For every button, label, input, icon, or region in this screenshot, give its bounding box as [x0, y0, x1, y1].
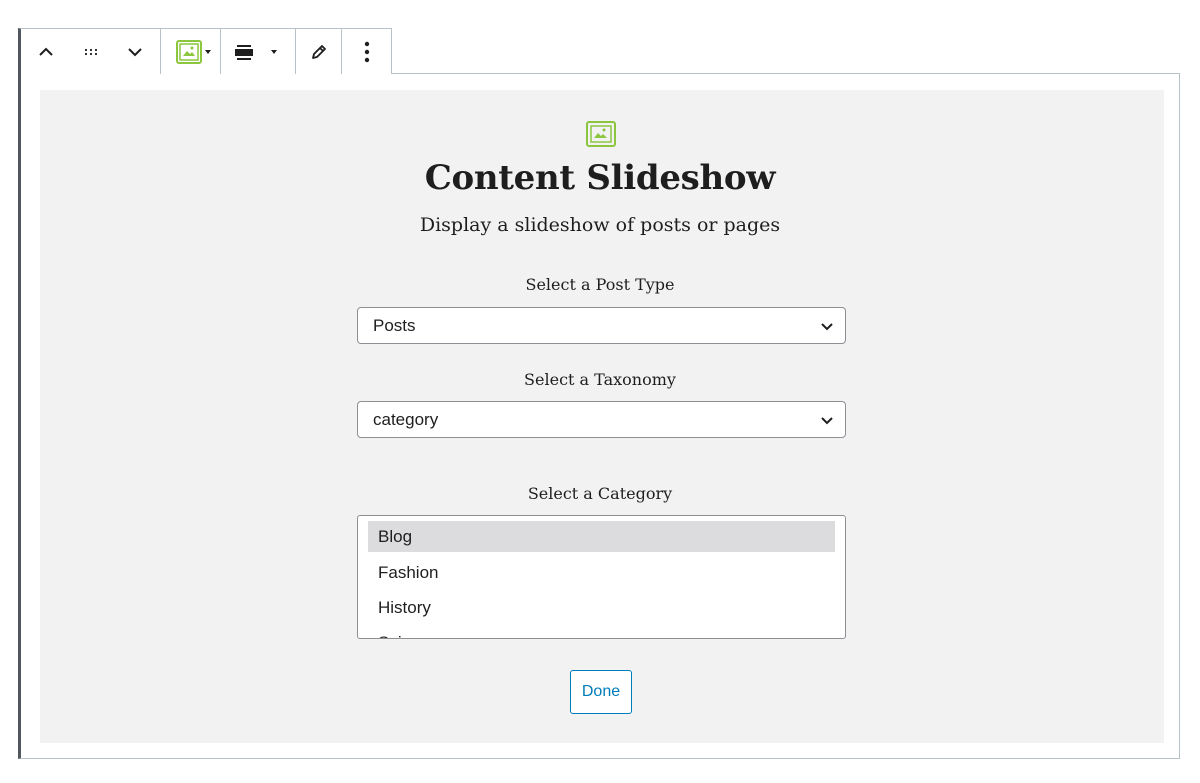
- done-button[interactable]: Done: [570, 670, 632, 714]
- edit-group: [296, 29, 342, 74]
- pencil-icon: [311, 44, 326, 59]
- list-item[interactable]: History: [368, 592, 835, 623]
- more-options-button[interactable]: [342, 29, 392, 74]
- slideshow-icon: [175, 39, 211, 64]
- slideshow-icon: [586, 121, 616, 147]
- drag-handle-icon: [84, 48, 97, 55]
- more-group: [342, 29, 392, 74]
- align-group: [221, 29, 296, 74]
- taxonomy-value: category: [373, 409, 439, 429]
- category-listbox[interactable]: Blog Fashion History Sci...: [357, 515, 846, 639]
- post-type-select[interactable]: Posts: [357, 307, 846, 344]
- block-toolbar: [18, 28, 392, 74]
- chevron-down-icon: [821, 323, 833, 331]
- align-center-icon: [235, 44, 277, 60]
- taxonomy-label: Select a Taxonomy: [524, 370, 676, 389]
- list-item[interactable]: Sci...: [368, 627, 835, 639]
- block-title: Content Slideshow: [424, 158, 776, 198]
- taxonomy-select[interactable]: category: [357, 401, 846, 438]
- chevron-down-icon: [128, 47, 142, 56]
- more-vertical-icon: [364, 41, 370, 62]
- block-switcher-group: [161, 29, 221, 74]
- category-label: Select a Category: [527, 484, 673, 503]
- block-subtitle: Display a slideshow of posts or pages: [419, 214, 781, 236]
- move-down-button[interactable]: [110, 29, 160, 74]
- list-item[interactable]: Fashion: [368, 557, 835, 588]
- align-button[interactable]: [221, 29, 295, 74]
- list-item[interactable]: Blog: [368, 521, 835, 552]
- block-switcher-button[interactable]: [161, 29, 220, 74]
- move-up-button[interactable]: [21, 29, 71, 74]
- edit-button[interactable]: [296, 29, 341, 74]
- post-type-value: Posts: [373, 315, 416, 335]
- mover-group: [21, 29, 161, 74]
- drag-handle-button[interactable]: [71, 29, 111, 74]
- chevron-up-icon: [39, 47, 53, 56]
- chevron-down-icon: [821, 417, 833, 425]
- post-type-label: Select a Post Type: [525, 275, 675, 294]
